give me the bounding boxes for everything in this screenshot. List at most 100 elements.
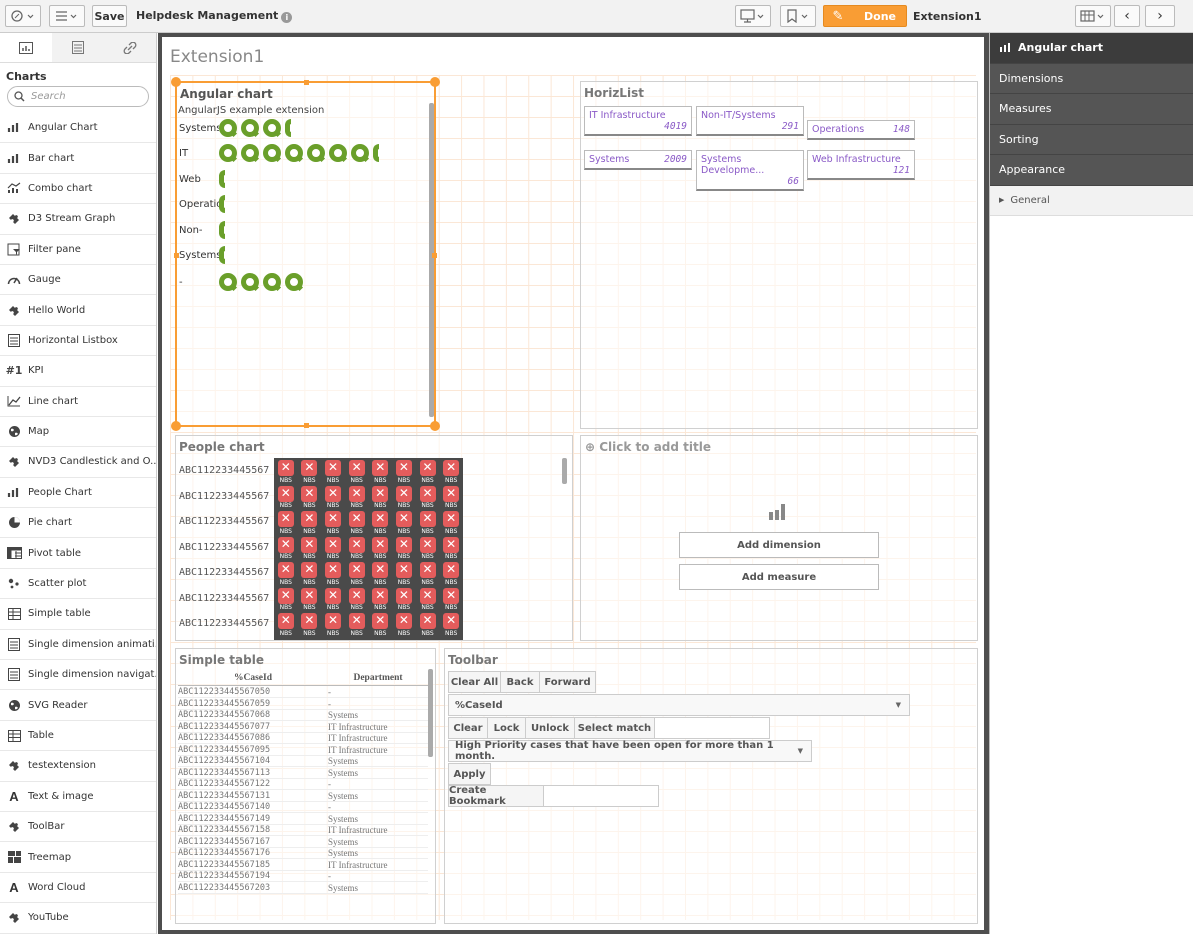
chart-list-item[interactable]: Single dimension navigat... <box>0 660 156 691</box>
table-row[interactable]: ABC112233445567059 - <box>178 699 428 710</box>
navigation-menu-button[interactable] <box>5 5 41 27</box>
horizlist-object[interactable]: HorizList IT Infrastructure 4019 Non-IT/Sy… <box>580 81 978 429</box>
done-button[interactable]: ✎ Done <box>823 5 907 27</box>
chart-list-item[interactable]: Pivot table <box>0 538 156 569</box>
chart-list-item[interactable]: Scatter plot <box>0 569 156 600</box>
resize-handle-right[interactable] <box>432 253 437 258</box>
chart-list-item[interactable]: Combo chart <box>0 174 156 205</box>
properties-section-measures[interactable]: Measures <box>990 94 1193 125</box>
table-row[interactable]: ABC112233445567167 Systems <box>178 837 428 848</box>
select-match-button[interactable]: Select match <box>574 717 655 739</box>
simple-table-object[interactable]: Simple table %CaseId Department ABC11223… <box>175 648 436 924</box>
back-button[interactable]: Back <box>500 671 540 693</box>
resize-handle-bottom[interactable] <box>304 423 309 428</box>
resize-handle-bottom-left[interactable] <box>171 421 181 431</box>
previous-sheet-button[interactable]: ‹ <box>1114 5 1140 27</box>
angular-chart-scrollbar[interactable] <box>429 103 434 417</box>
chart-list-item[interactable]: A Text & image <box>0 782 156 812</box>
sheet-title[interactable]: Extension1 <box>170 47 264 67</box>
chart-list-item[interactable]: Bar chart <box>0 143 156 174</box>
properties-section-sorting[interactable]: Sorting <box>990 124 1193 155</box>
horizlist-cell[interactable]: IT Infrastructure 4019 <box>584 106 692 136</box>
bookmarks-button[interactable] <box>780 5 816 27</box>
chart-list-item[interactable]: People Chart <box>0 478 156 509</box>
next-sheet-button[interactable]: › <box>1145 5 1175 27</box>
add-measure-button[interactable]: Add measure <box>679 564 879 590</box>
table-row[interactable]: ABC112233445567140 - <box>178 802 428 814</box>
tab-master-items[interactable] <box>104 33 156 62</box>
chart-list-item[interactable]: SVG Reader <box>0 690 156 721</box>
save-button[interactable]: Save <box>92 5 127 27</box>
add-title-prompt[interactable]: ⊕ Click to add title <box>581 436 977 458</box>
resize-handle-top-right[interactable] <box>430 77 440 87</box>
search-input[interactable]: Search <box>7 86 149 107</box>
forward-button[interactable]: Forward <box>539 671 596 693</box>
chart-list-item[interactable]: Map <box>0 417 156 448</box>
chart-list-item[interactable]: Angular Chart <box>0 113 156 144</box>
table-row[interactable]: ABC112233445567185 IT Infrastructure <box>178 860 428 871</box>
table-row[interactable]: ABC112233445567158 IT Infrastructure <box>178 825 428 837</box>
bookmark-select[interactable]: High Priority cases that have been open … <box>448 740 812 762</box>
toolbar-object[interactable]: Toolbar Clear All Back Forward %CaseId ▼ … <box>444 648 978 924</box>
info-icon[interactable]: i <box>281 12 293 23</box>
properties-section-dimensions[interactable]: Dimensions <box>990 63 1193 94</box>
chart-list-item[interactable]: D3 Stream Graph <box>0 204 156 235</box>
apply-button[interactable]: Apply <box>448 763 491 785</box>
bookmark-name-input[interactable] <box>543 785 659 807</box>
chart-list-item[interactable]: Simple table <box>0 599 156 630</box>
horizlist-cell[interactable]: Operations 148 <box>807 120 915 140</box>
story-button[interactable] <box>735 5 771 27</box>
table-row[interactable]: ABC112233445567194 - <box>178 871 428 883</box>
table-row[interactable]: ABC112233445567149 Systems <box>178 814 428 825</box>
field-select[interactable]: %CaseId ▼ <box>448 694 910 716</box>
resize-handle-top[interactable] <box>304 80 309 85</box>
chart-list-item[interactable]: Table <box>0 721 156 752</box>
chart-list-item[interactable]: Pie chart <box>0 508 156 539</box>
global-menu-button[interactable] <box>49 5 85 27</box>
table-row[interactable]: ABC112233445567068 Systems <box>178 710 428 722</box>
people-chart-object[interactable]: People chart ABC112233445567 ABC112233445… <box>175 435 573 641</box>
horizlist-cell[interactable]: Web Infrastructure 121 <box>807 150 915 180</box>
table-row[interactable]: ABC112233445567113 Systems <box>178 768 428 779</box>
empty-chart-object[interactable]: ⊕ Click to add title Add dimension Add m… <box>580 435 978 641</box>
table-row[interactable]: ABC112233445567131 Systems <box>178 791 428 802</box>
angular-chart-object[interactable]: Angular chart AngularJS example extensio… <box>171 77 440 431</box>
resize-handle-left[interactable] <box>174 253 179 258</box>
create-bookmark-button[interactable]: Create Bookmark <box>448 785 544 807</box>
general-section-toggle[interactable]: ▶ General <box>990 185 1193 216</box>
table-row[interactable]: ABC112233445567050 - <box>178 687 428 699</box>
chart-list-item[interactable]: YouTube <box>0 903 156 934</box>
chart-list-item[interactable]: Gauge <box>0 265 156 296</box>
table-row[interactable]: ABC112233445567122 - <box>178 779 428 791</box>
table-row[interactable]: ABC112233445567203 Systems <box>178 883 428 894</box>
people-chart-scrollbar[interactable] <box>562 458 567 484</box>
chart-list-item[interactable]: A Word Cloud <box>0 873 156 904</box>
properties-section-appearance[interactable]: Appearance <box>990 155 1193 186</box>
tab-fields[interactable] <box>52 33 104 62</box>
resize-handle-top-left[interactable] <box>171 77 181 87</box>
chart-list-item[interactable]: Horizontal Listbox <box>0 326 156 357</box>
chart-list-item[interactable]: Treemap <box>0 842 156 873</box>
column-header-department[interactable]: Department <box>328 673 428 683</box>
clear-button[interactable]: Clear <box>448 717 488 739</box>
table-row[interactable]: ABC112233445567095 IT Infrastructure <box>178 745 428 756</box>
clear-all-button[interactable]: Clear All <box>448 671 501 693</box>
chart-list-item[interactable]: testextension <box>0 751 156 782</box>
horizlist-cell[interactable]: Systems 2009 <box>584 150 692 170</box>
chart-list-item[interactable]: NVD3 Candlestick and O... <box>0 447 156 478</box>
horizlist-cell[interactable]: Non-IT/Systems 291 <box>696 106 804 136</box>
column-header-caseid[interactable]: %CaseId <box>178 673 328 683</box>
table-row[interactable]: ABC112233445567077 IT Infrastructure <box>178 722 428 733</box>
chart-list-item[interactable]: Filter pane <box>0 235 156 265</box>
chart-list-item[interactable]: Line chart <box>0 387 156 417</box>
add-dimension-button[interactable]: Add dimension <box>679 532 879 558</box>
table-row[interactable]: ABC112233445567176 Systems <box>178 848 428 860</box>
simple-table-scrollbar[interactable] <box>428 669 433 757</box>
sheet-view-button[interactable] <box>1075 5 1111 27</box>
select-match-input[interactable] <box>654 717 770 739</box>
chart-list-item[interactable]: Single dimension animati... <box>0 630 156 661</box>
chart-list-item[interactable]: ToolBar <box>0 812 156 843</box>
unlock-button[interactable]: Unlock <box>525 717 575 739</box>
horizlist-cell[interactable]: Systems Developme... 66 <box>696 150 804 191</box>
chart-list-item[interactable]: Hello World <box>0 295 156 326</box>
